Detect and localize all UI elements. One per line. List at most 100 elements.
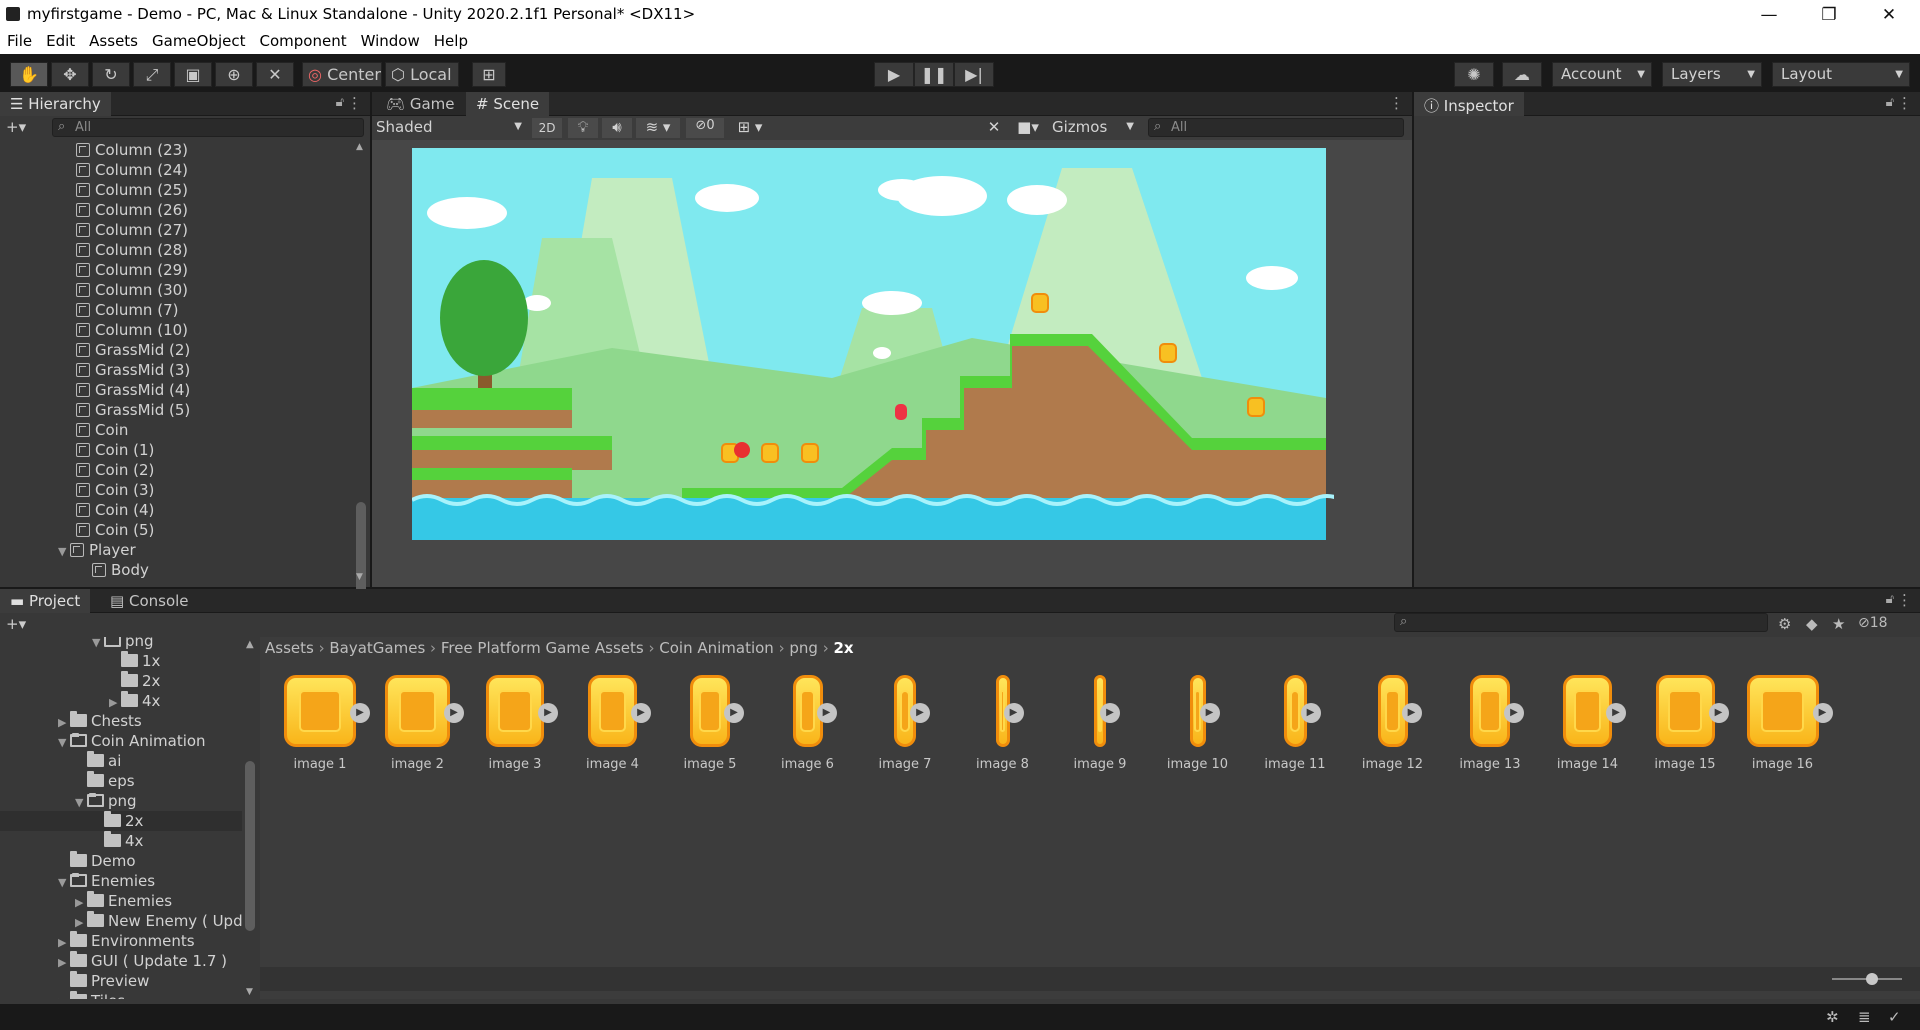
expand-sprite-icon[interactable]: ▶: [816, 703, 837, 723]
menu-component[interactable]: Component: [253, 30, 354, 50]
tab-inspector[interactable]: ⓘ Inspector: [1414, 92, 1524, 116]
rotate-tool-icon[interactable]: ↻: [92, 62, 130, 87]
folder-item[interactable]: 1x: [0, 651, 242, 671]
hidden-packages-toggle[interactable]: ⊘18: [1858, 615, 1888, 631]
hierarchy-item[interactable]: GrassMid (5): [76, 400, 190, 420]
hierarchy-item[interactable]: Coin: [76, 420, 128, 440]
expand-sprite-icon[interactable]: ▶: [1812, 703, 1833, 723]
breadcrumb-item[interactable]: 2x: [833, 639, 853, 657]
asset-thumbnail[interactable]: ▶ image 12: [1353, 675, 1433, 785]
hierarchy-item[interactable]: GrassMid (4): [76, 380, 190, 400]
hierarchy-item[interactable]: Column (29): [76, 260, 188, 280]
expand-arrow-icon[interactable]: ▼: [58, 542, 70, 562]
folder-tree-scrollbar-thumb[interactable]: [245, 761, 255, 931]
scene-viewport[interactable]: [372, 140, 1412, 587]
favorite-star-icon[interactable]: ★: [1832, 615, 1845, 633]
pivot-local-button[interactable]: ⬡ Local: [385, 62, 459, 87]
maximize-button[interactable]: ❐: [1806, 2, 1852, 28]
scroll-up-icon[interactable]: ▲: [356, 142, 363, 152]
hierarchy-item[interactable]: Column (30): [76, 280, 188, 300]
menu-window[interactable]: Window: [354, 30, 427, 50]
hierarchy-scrollbar[interactable]: ▲ ▼: [355, 142, 367, 617]
breadcrumb-item[interactable]: Assets: [265, 639, 314, 657]
expand-sprite-icon[interactable]: ▶: [1606, 703, 1626, 723]
breadcrumb-scroll-icon[interactable]: ▲: [246, 639, 254, 650]
hierarchy-item[interactable]: Column (24): [76, 160, 188, 180]
hierarchy-item[interactable]: Column (27): [76, 220, 188, 240]
asset-thumbnail[interactable]: ▶ image 15: [1645, 675, 1729, 785]
more-menu-icon[interactable]: ⋮: [347, 94, 362, 112]
layout-dropdown[interactable]: Layout ▼: [1772, 62, 1910, 87]
asset-thumbnail[interactable]: ▶ image 4: [573, 675, 653, 785]
hand-tool-icon[interactable]: ✋: [10, 62, 48, 87]
folder-item[interactable]: ▶ New Enemy ( Upd: [0, 911, 242, 931]
audio-icon[interactable]: 🔊︎: [602, 118, 632, 138]
minimize-button[interactable]: —: [1746, 2, 1792, 28]
folder-item[interactable]: ▼ Coin Animation: [0, 731, 242, 751]
scale-tool-icon[interactable]: ⤢: [133, 62, 171, 87]
folder-item[interactable]: ▼ png: [0, 791, 242, 811]
hierarchy-item[interactable]: Column (28): [76, 240, 188, 260]
hierarchy-item[interactable]: GrassMid (2): [76, 340, 190, 360]
add-object-button[interactable]: +▾: [6, 118, 26, 136]
expand-arrow-icon[interactable]: ▶: [58, 713, 70, 733]
rect-tool-icon[interactable]: ▣: [174, 62, 212, 87]
cloud-icon[interactable]: ☁: [1502, 62, 1542, 87]
breadcrumb-item[interactable]: Coin Animation: [659, 639, 774, 657]
expand-arrow-icon[interactable]: ▶: [58, 993, 70, 999]
menu-assets[interactable]: Assets: [82, 30, 145, 50]
expand-sprite-icon[interactable]: ▶: [444, 703, 464, 723]
camera-icon[interactable]: ■▾: [1010, 118, 1046, 138]
hierarchy-item[interactable]: Column (26): [76, 200, 188, 220]
asset-thumbnail[interactable]: ▶ image 8: [963, 675, 1043, 785]
custom-tool-icon[interactable]: ✕: [256, 62, 294, 87]
folder-item[interactable]: ▶ 4x: [0, 691, 242, 711]
expand-sprite-icon[interactable]: ▶: [631, 703, 651, 723]
expand-arrow-icon[interactable]: ▼: [75, 793, 87, 813]
tools-icon[interactable]: ✕: [982, 118, 1006, 138]
expand-sprite-icon[interactable]: ▶: [1401, 703, 1422, 723]
expand-sprite-icon[interactable]: ▶: [1504, 703, 1524, 723]
more-menu-icon[interactable]: ⋮: [1897, 94, 1912, 112]
hierarchy-item[interactable]: ▼ Player: [58, 540, 136, 560]
folder-item[interactable]: ▶ Tiles: [0, 991, 242, 999]
breadcrumb-item[interactable]: BayatGames: [329, 639, 425, 657]
hierarchy-item[interactable]: Column (7): [76, 300, 178, 320]
breadcrumb-item[interactable]: Free Platform Game Assets: [441, 639, 644, 657]
asset-thumbnail[interactable]: ▶ image 3: [475, 675, 558, 785]
step-button[interactable]: ▶|: [954, 62, 994, 87]
expand-sprite-icon[interactable]: ▶: [1199, 703, 1220, 723]
lock-icon[interactable]: 🔓︎: [1886, 95, 1894, 110]
zoom-slider-thumb[interactable]: [1866, 973, 1878, 985]
tab-console[interactable]: ▤ Console: [100, 589, 199, 613]
expand-sprite-icon[interactable]: ▶: [1708, 703, 1729, 723]
asset-thumbnail[interactable]: ▶ image 11: [1255, 675, 1335, 785]
tab-game[interactable]: 🎮︎ Game: [376, 92, 464, 116]
hierarchy-item[interactable]: Column (23): [76, 140, 188, 160]
shading-mode-dropdown[interactable]: Shaded ▼: [376, 118, 524, 138]
tab-scene[interactable]: # Scene: [466, 92, 550, 116]
pivot-center-button[interactable]: ◎ Center: [302, 62, 382, 87]
hierarchy-item[interactable]: Coin (2): [76, 460, 154, 480]
folder-item[interactable]: ▶ Enemies: [0, 891, 242, 911]
folder-item[interactable]: ▶ Chests: [0, 711, 242, 731]
expand-sprite-icon[interactable]: ▶: [1003, 703, 1024, 723]
play-button[interactable]: ▶: [874, 62, 914, 87]
scroll-down-icon[interactable]: ▼: [246, 987, 253, 997]
asset-thumbnail[interactable]: ▶ image 16: [1743, 675, 1833, 785]
layers-dropdown[interactable]: Layers ▼: [1662, 62, 1762, 87]
bug-icon[interactable]: ✲: [1826, 1008, 1839, 1026]
hierarchy-item[interactable]: Coin (5): [76, 520, 154, 540]
asset-thumbnail[interactable]: ▶ image 10: [1158, 675, 1238, 785]
menu-help[interactable]: Help: [427, 30, 475, 50]
expand-sprite-icon[interactable]: ▶: [1300, 703, 1321, 723]
folder-item[interactable]: 2x: [0, 811, 242, 831]
label-tag-icon[interactable]: ◆: [1806, 615, 1818, 633]
menu-file[interactable]: File: [0, 30, 39, 50]
folder-item[interactable]: 2x: [0, 671, 242, 691]
menu-gameobject[interactable]: GameObject: [145, 30, 253, 50]
asset-thumbnail[interactable]: ▶ image 13: [1450, 675, 1530, 785]
asset-thumbnail[interactable]: ▶ image 7: [865, 675, 945, 785]
folder-item[interactable]: ▼ png: [0, 637, 242, 651]
breadcrumb-item[interactable]: png: [789, 639, 818, 657]
